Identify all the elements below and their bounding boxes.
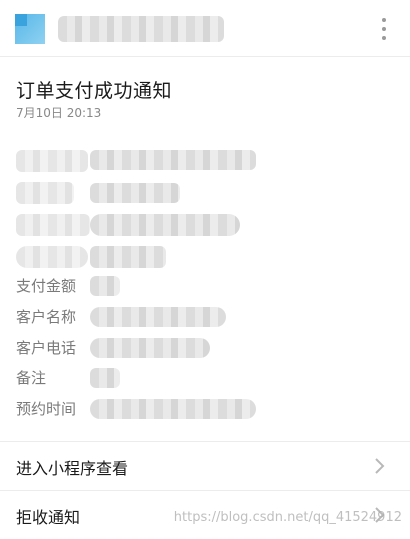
field-label-remark: 备注: [16, 369, 47, 387]
redacted-label: [16, 246, 88, 268]
header-bar: [0, 0, 410, 57]
field-label-payment-amount: 支付金额: [16, 277, 77, 295]
chevron-right-icon: [375, 458, 385, 474]
notification-timestamp: 7月10日 20:13: [16, 106, 102, 120]
redacted-value: [90, 150, 256, 170]
field-label-customer-name: 客户名称: [16, 308, 77, 326]
redacted-label: [16, 182, 74, 204]
more-vertical-icon[interactable]: [378, 17, 390, 41]
app-avatar[interactable]: [15, 14, 45, 44]
field-value-remark: [90, 368, 120, 388]
redacted-value: [90, 183, 180, 203]
redacted-value: [90, 214, 240, 236]
redacted-label: [16, 214, 90, 236]
notification-title: 订单支付成功通知: [16, 80, 173, 102]
redacted-value: [90, 246, 166, 268]
watermark-url: https://blog.csdn.net/qq_41524912: [173, 510, 402, 525]
field-value-payment-amount: [90, 276, 120, 296]
field-value-appointment-time: [90, 399, 256, 419]
app-name-redacted: [58, 16, 224, 42]
open-mini-program-row[interactable]: 进入小程序查看: [0, 442, 410, 490]
notification-detail-screen: 订单支付成功通知 7月10日 20:13 支付金额 客户名称 客户电话 备注 预…: [0, 0, 410, 539]
field-label-customer-phone: 客户电话: [16, 339, 77, 357]
field-value-customer-name: [90, 307, 226, 327]
redacted-label: [16, 150, 88, 172]
reject-notification-label: 拒收通知: [16, 508, 81, 527]
open-mini-program-label: 进入小程序查看: [16, 459, 129, 478]
field-label-appointment-time: 预约时间: [16, 400, 77, 418]
field-value-customer-phone: [90, 338, 210, 358]
